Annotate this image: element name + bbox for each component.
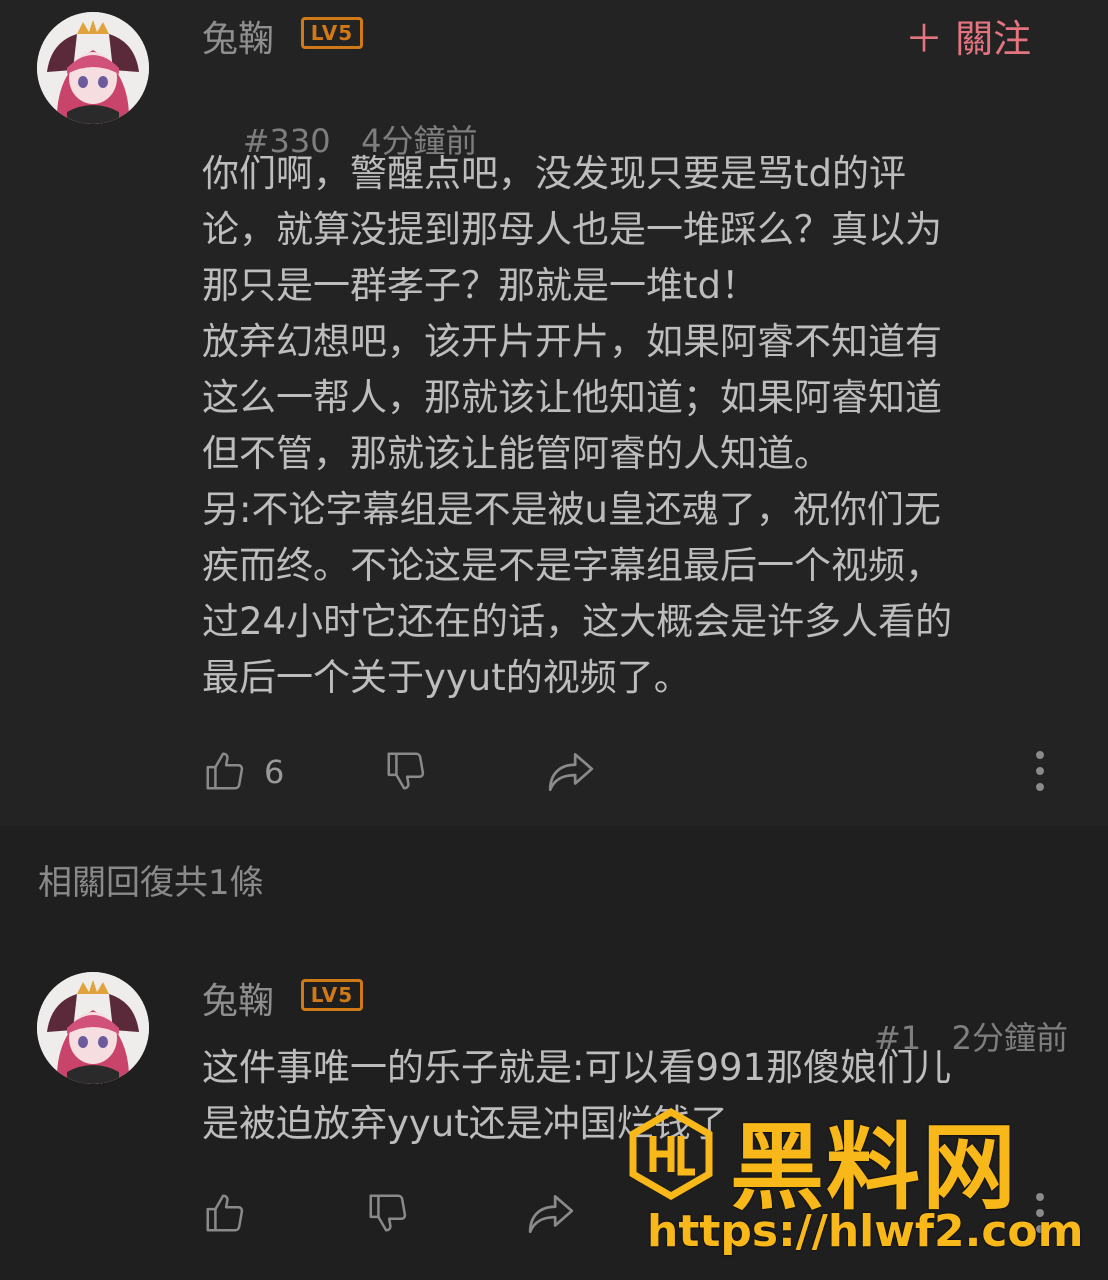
share-icon[interactable] [546,748,596,794]
thumbs-up-icon[interactable] [202,1190,248,1236]
watermark-url: https://hlwf2.com [647,1206,1084,1257]
level-badge: LV5 [301,979,363,1011]
avatar[interactable] [37,12,149,124]
main-comment: 兔鞠 LV5 ＋ 關注 #330 4分鐘前 你们啊，警醒点吧，没发现只要是骂td… [0,0,1108,826]
follow-button[interactable]: ＋ 關注 [905,8,1031,63]
level-badge: LV5 [301,17,363,49]
comment-body: 你们啊，警醒点吧，没发现只要是骂td的评 论，就算没提到那母人也是一堆踩么？真以… [202,152,953,699]
like-count: 6 [264,753,285,791]
replies-header: 相關回復共1條 [38,863,264,903]
avatar[interactable] [37,972,149,1084]
username[interactable]: 兔鞠 [202,10,274,62]
thumbs-down-icon[interactable] [383,748,429,794]
watermark: 黑料网 https://hlwf2.com [625,1098,1085,1268]
share-icon[interactable] [526,1190,576,1236]
username[interactable]: 兔鞠 [202,972,274,1024]
hl-logo-icon [625,1107,717,1204]
thumbs-up-icon[interactable] [202,748,248,794]
thumbs-down-icon[interactable] [365,1190,411,1236]
more-vertical-icon[interactable] [1030,748,1050,794]
